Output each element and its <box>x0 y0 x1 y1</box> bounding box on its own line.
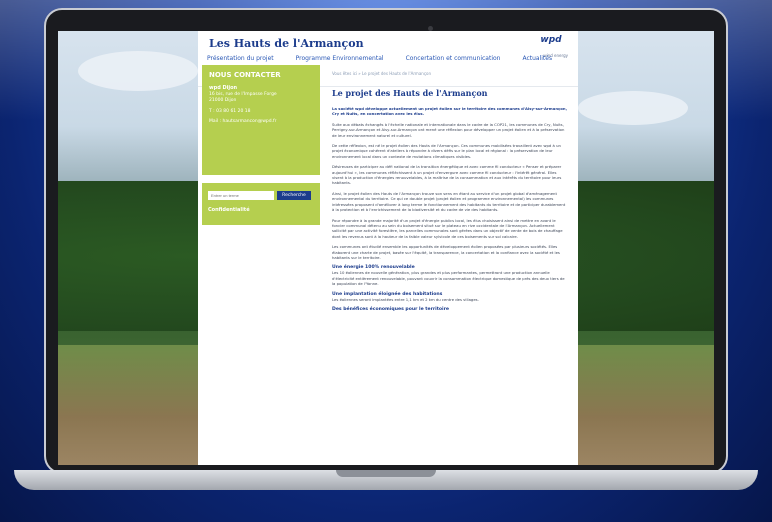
site-title[interactable]: Les Hauts de l'Armançon <box>209 37 364 50</box>
website-page: Les Hauts de l'Armançon wpd wind energy … <box>198 31 578 465</box>
section-text: Les éoliennes seront implantées entre 1,… <box>332 296 479 302</box>
search-input[interactable] <box>208 191 274 200</box>
section-text: Les 10 éoliennes de nouvelle génération,… <box>332 270 565 287</box>
paragraph: Ainsi, le projet éolien des Hauts de l'A… <box>332 190 566 213</box>
paragraph: De cette réflexion, est né le projet éol… <box>332 143 561 159</box>
cloud <box>578 91 688 125</box>
nav-item-actualites[interactable]: Actualités <box>522 55 552 62</box>
confidentiality-link[interactable]: Confidentialité <box>208 207 314 213</box>
contact-email[interactable]: Mail : hautsarmancon@wpd.fr <box>209 119 313 126</box>
laptop-notch <box>336 470 436 477</box>
paragraph: Suite aux débats échangés à l'échelle na… <box>332 121 565 138</box>
breadcrumb[interactable]: Vous êtes ici » Le projet des Hauts de l… <box>332 71 568 76</box>
nav-item-programme[interactable]: Programme Environnemental <box>296 55 384 62</box>
contact-title: NOUS CONTACTER <box>209 71 281 79</box>
nav-item-concertation[interactable]: Concertation et communication <box>406 55 501 62</box>
search-box: Recherche Confidentialité <box>202 183 320 225</box>
cloud <box>78 51 198 91</box>
contact-address-2: 21000 Dijon <box>209 98 237 103</box>
contact-box: NOUS CONTACTER wpd Dijon 16 bis, rue de … <box>202 65 320 175</box>
sidebar: NOUS CONTACTER wpd Dijon 16 bis, rue de … <box>202 65 320 225</box>
laptop-screen: Les Hauts de l'Armançon wpd wind energy … <box>58 31 714 465</box>
paragraph: Désireuses de participer au défi nationa… <box>332 164 562 186</box>
paragraph: Pour répondre à la grande majorité d'un … <box>332 217 563 239</box>
main-nav: Présentation du projet Programme Environ… <box>207 55 552 62</box>
wpd-logo[interactable]: wpd <box>534 35 568 55</box>
main-content: Vous êtes ici » Le projet des Hauts de l… <box>332 71 568 312</box>
contact-phone: T : 03 80 61 20 18 <box>209 108 251 114</box>
nav-item-presentation[interactable]: Présentation du projet <box>207 55 274 62</box>
intro-paragraph: La société wpd développe actuellement un… <box>332 106 568 117</box>
section-title: Des bénéfices économiques pour le territ… <box>332 306 450 312</box>
paragraph: Les communes ont étudié ensemble les opp… <box>332 244 560 260</box>
search-row: Recherche <box>208 191 314 200</box>
search-button[interactable]: Recherche <box>277 191 311 200</box>
page-title: Le projet des Hauts de l'Armançon <box>332 88 488 98</box>
